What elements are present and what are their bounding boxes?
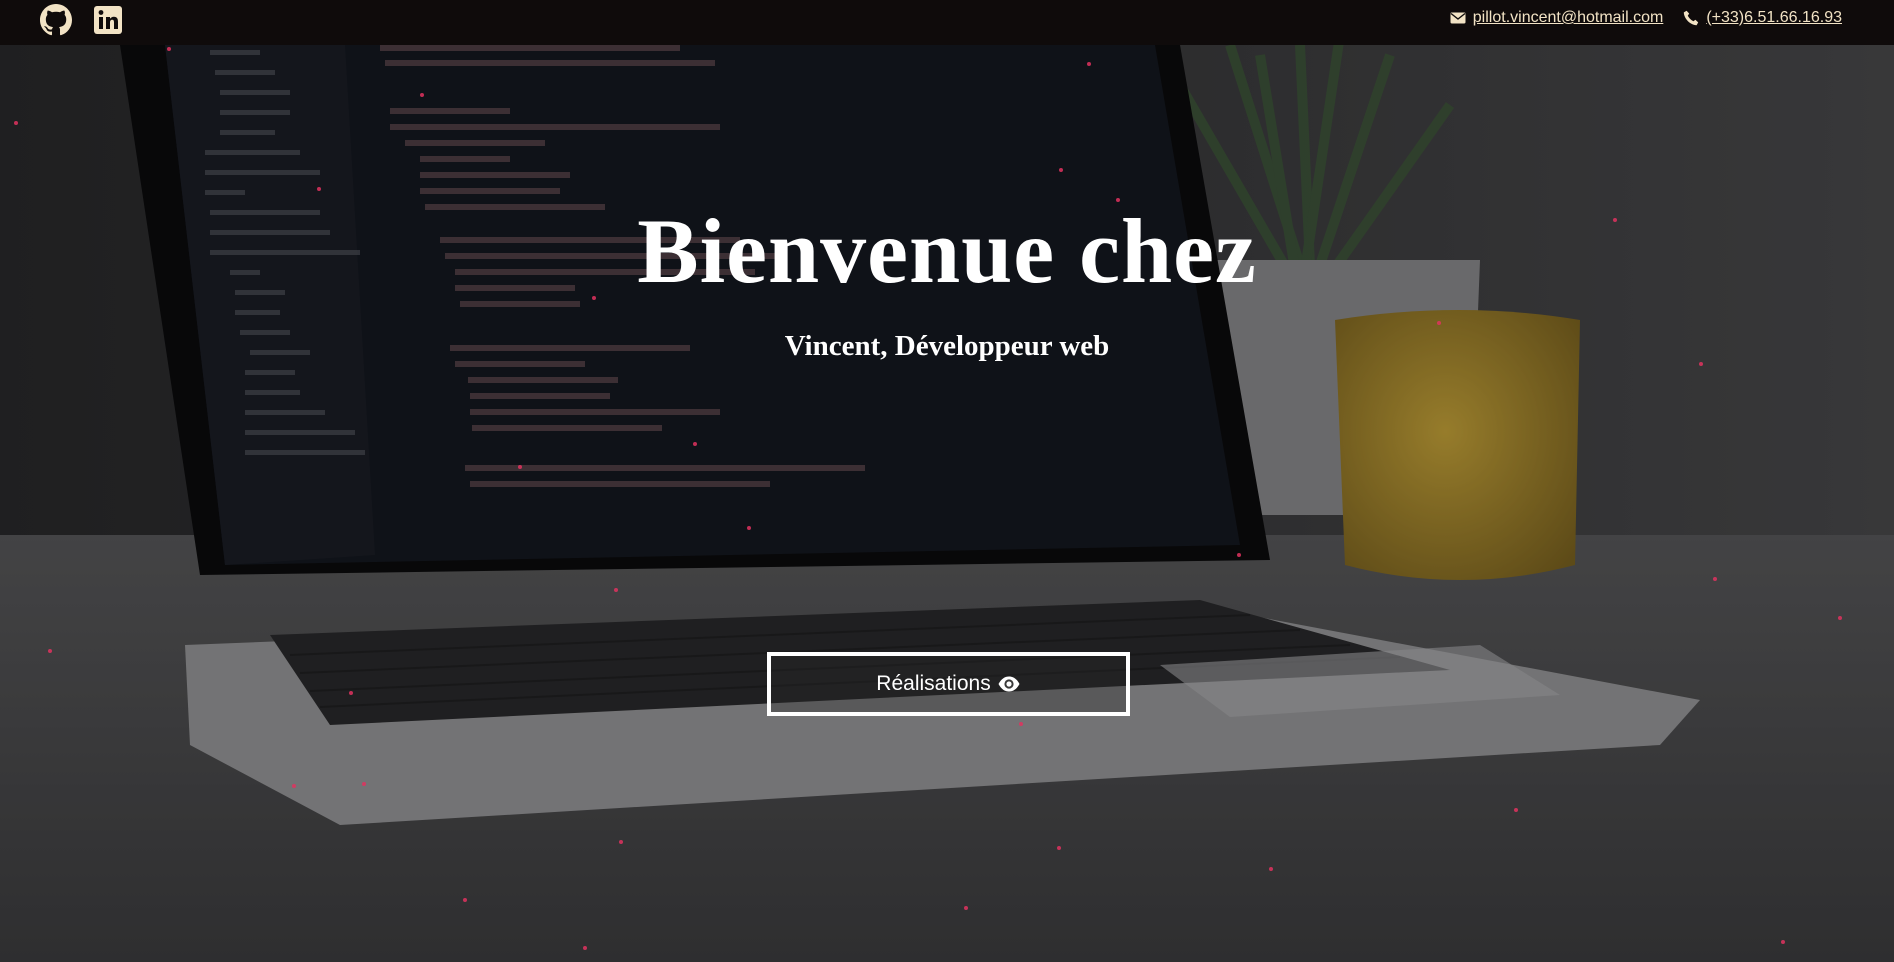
particle [619, 840, 623, 844]
particle [1059, 168, 1063, 172]
particle [1437, 321, 1441, 325]
particle [1237, 553, 1241, 557]
particle [693, 442, 697, 446]
particle [1087, 62, 1091, 66]
particle [317, 187, 321, 191]
particle [1838, 616, 1842, 620]
email-text: pillot.vincent@hotmail.com [1472, 9, 1664, 26]
particle [1019, 722, 1023, 726]
page: pillot.vincent@hotmail.com (+33)6.51.66.… [0, 0, 1894, 962]
particle [614, 588, 618, 592]
particle [14, 121, 18, 125]
particle [292, 784, 296, 788]
phone-icon [1684, 10, 1699, 26]
particle [1781, 940, 1785, 944]
contact-info: pillot.vincent@hotmail.com (+33)6.51.66.… [1450, 9, 1842, 27]
phone-link[interactable]: (+33)6.51.66.16.93 [1683, 9, 1842, 27]
github-icon [40, 4, 72, 36]
social-links [40, 4, 124, 36]
particle [583, 946, 587, 950]
particle [747, 526, 751, 530]
particle [1713, 577, 1717, 581]
hero-subtitle: Vincent, Développeur web [784, 330, 1110, 362]
particle [167, 47, 171, 51]
github-link[interactable] [40, 4, 72, 36]
hero-overlay [0, 45, 1894, 962]
particle [964, 906, 968, 910]
particle [349, 691, 353, 695]
eye-icon [998, 676, 1020, 692]
hero-title: Bienvenue chez [637, 200, 1257, 302]
particle [1269, 867, 1273, 871]
particle [1057, 846, 1061, 850]
linkedin-link[interactable] [92, 4, 124, 36]
top-bar: pillot.vincent@hotmail.com (+33)6.51.66.… [0, 0, 1894, 45]
email-link[interactable]: pillot.vincent@hotmail.com [1450, 9, 1664, 27]
particle [1514, 808, 1518, 812]
phone-text: (+33)6.51.66.16.93 [1706, 9, 1842, 26]
realisations-button[interactable]: Réalisations [767, 652, 1130, 716]
particle [362, 782, 366, 786]
particle [420, 93, 424, 97]
particle [463, 898, 467, 902]
linkedin-icon [94, 6, 122, 34]
realisations-button-label: Réalisations [876, 672, 991, 695]
particle [518, 465, 522, 469]
particle [48, 649, 52, 653]
hero-section [0, 45, 1894, 962]
envelope-icon [1450, 12, 1466, 24]
